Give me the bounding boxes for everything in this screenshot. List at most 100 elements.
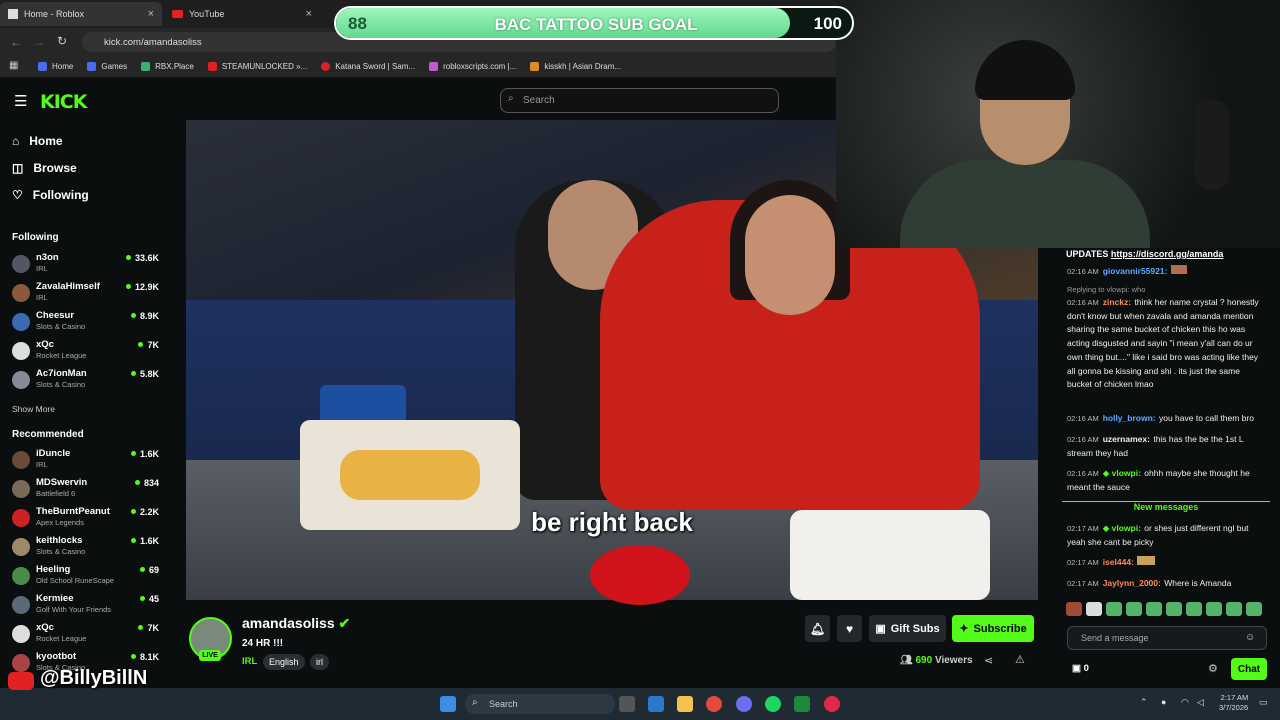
show-more-link[interactable]: Show More xyxy=(12,404,55,414)
emote xyxy=(1170,265,1187,274)
gift-icon: ▣ xyxy=(875,623,886,635)
emote[interactable] xyxy=(1106,602,1122,616)
sub-goal-bar: 88 BAC TATTOO SUB GOAL 100 xyxy=(334,6,854,40)
bookmark-robloxscripts[interactable]: robloxscripts.com |... xyxy=(429,62,516,71)
follow-heart-button[interactable]: ♥ xyxy=(837,615,862,642)
emote[interactable] xyxy=(1166,602,1182,616)
spotify-icon[interactable] xyxy=(765,696,781,712)
back-icon[interactable]: ← xyxy=(10,35,22,49)
chat-message: 02:16 AM holly_brown: you have to call th… xyxy=(1067,413,1254,423)
avatar xyxy=(12,509,30,527)
channel-item[interactable]: n3on IRL 33.6K xyxy=(12,252,162,280)
bookmark-steamunlocked[interactable]: STEAMUNLOCKED »... xyxy=(207,62,307,71)
bookmark-games[interactable]: Games xyxy=(87,62,127,71)
close-icon[interactable]: × xyxy=(148,8,154,20)
kick-logo[interactable]: KICK xyxy=(40,91,87,113)
store-icon[interactable] xyxy=(648,696,664,712)
search-icon: ⌕ xyxy=(508,93,514,104)
chat-message: 02:17 AM isel444: xyxy=(1067,556,1267,570)
emote[interactable] xyxy=(1066,602,1082,616)
channel-item[interactable]: xQc Rocket League 7K xyxy=(12,622,162,650)
avatar xyxy=(12,654,30,672)
subscribe-button[interactable]: ✦ Subscribe xyxy=(952,615,1034,642)
notification-icon[interactable]: ▭ xyxy=(1259,697,1268,708)
chevron-up-icon[interactable]: ⌃ xyxy=(1140,697,1148,708)
emote[interactable] xyxy=(1086,602,1102,616)
send-chat-button[interactable]: Chat xyxy=(1231,658,1267,680)
new-messages-divider[interactable]: New messages xyxy=(1062,501,1270,515)
channel-item[interactable]: xQc Rocket League 7K xyxy=(12,339,162,367)
streamer-name[interactable]: amandasoliss ✔ xyxy=(242,615,350,632)
folder-icon[interactable] xyxy=(677,696,693,712)
emoji-icon[interactable]: ☺ xyxy=(1245,632,1255,643)
sidebar-item-browse[interactable]: ◫ Browse xyxy=(12,161,77,175)
app-icon[interactable] xyxy=(794,696,810,712)
chat-pinned: UPDATES https://discord.gg/amanda xyxy=(1066,249,1224,259)
apps-grid-icon[interactable]: ▦ xyxy=(9,60,18,71)
taskbar xyxy=(0,688,1280,720)
emote[interactable] xyxy=(1246,602,1262,616)
search-input[interactable]: Search xyxy=(500,88,779,113)
forward-icon[interactable]: → xyxy=(33,35,45,49)
gift-subs-button[interactable]: ▣ Gift Subs xyxy=(869,615,946,642)
report-icon[interactable]: ⚠ xyxy=(1015,653,1025,666)
emote[interactable] xyxy=(1186,602,1202,616)
tab-roblox[interactable]: Home - Roblox × xyxy=(0,2,162,26)
emote[interactable] xyxy=(1206,602,1222,616)
taskview-icon[interactable] xyxy=(619,696,635,712)
bookmark-home[interactable]: Home xyxy=(38,62,73,71)
roblox-icon xyxy=(8,9,18,19)
chat-message: 02:16 AM giovannir55921: xyxy=(1067,265,1267,279)
chat-message-input[interactable]: Send a message xyxy=(1067,626,1267,650)
reload-icon[interactable]: ↻ xyxy=(57,34,67,48)
stream-title: 24 HR !!! xyxy=(242,638,284,649)
emote-bar[interactable] xyxy=(1066,602,1270,618)
chat-message: 02:16 AM uzernamex: this has the be the 1… xyxy=(1067,434,1244,458)
channel-item[interactable]: Heeling Old School RuneScape 69 xyxy=(12,564,162,592)
bookmark-rbxplace[interactable]: RBX.Place xyxy=(141,62,194,71)
channel-item[interactable]: Kermiee Golf With Your Friends 45 xyxy=(12,593,162,621)
emote[interactable] xyxy=(1226,602,1242,616)
gear-icon[interactable]: ⚙ xyxy=(1208,662,1218,675)
emote[interactable] xyxy=(1126,602,1142,616)
discord-icon[interactable] xyxy=(736,696,752,712)
close-icon[interactable]: × xyxy=(306,8,312,20)
share-icon[interactable]: ⋖ xyxy=(984,654,993,667)
channel-item[interactable]: TheBurntPeanut Apex Legends 2.2K xyxy=(12,506,162,534)
channel-item[interactable]: Cheesur Slots & Casino 8.9K xyxy=(12,310,162,338)
watermark: @BillyBillN xyxy=(40,667,148,689)
volume-icon[interactable]: ◁ xyxy=(1197,697,1204,708)
recommended-heading: Recommended xyxy=(12,429,84,440)
youtube-icon xyxy=(172,10,183,18)
bookmark-kisskh[interactable]: kisskh | Asian Dram... xyxy=(530,62,621,71)
channel-item[interactable]: Ac7ionMan Slots & Casino 5.8K xyxy=(12,368,162,396)
taskbar-search[interactable]: Search xyxy=(465,694,615,714)
channel-item[interactable]: keithlocks Slots & Casino 1.6K xyxy=(12,535,162,563)
sidebar-item-following[interactable]: ♡ Following xyxy=(12,188,89,202)
avatar xyxy=(12,538,30,556)
tab-label: YouTube xyxy=(189,9,225,19)
tag-english[interactable]: English xyxy=(263,654,305,670)
webcam-person xyxy=(900,160,1150,248)
opera-icon[interactable] xyxy=(824,696,840,712)
menu-icon[interactable]: ☰ xyxy=(14,92,27,110)
video-caption: be right back xyxy=(531,507,693,537)
sidebar-item-home[interactable]: ⌂ Home xyxy=(12,134,63,148)
stream-category[interactable]: IRL xyxy=(242,656,257,667)
taskbar-clock[interactable]: 2:17 AM 3/7/2026 xyxy=(1219,693,1248,713)
windows-start-icon[interactable] xyxy=(440,696,456,712)
bell-icon[interactable]: 🔔︎ xyxy=(805,615,830,642)
bookmark-katana[interactable]: Katana Sword | Sam... xyxy=(321,62,415,71)
channel-item[interactable]: MDSwervin Battlefield 6 834 xyxy=(12,477,162,505)
channel-item[interactable]: iDuncle IRL 1.6K xyxy=(12,448,162,476)
chrome-icon[interactable] xyxy=(706,696,722,712)
verified-icon: ✔ xyxy=(338,615,351,631)
wifi-icon[interactable]: ◠ xyxy=(1181,697,1189,708)
discord-link[interactable]: https://discord.gg/amanda xyxy=(1111,249,1224,259)
channel-item[interactable]: ZavalaHimself IRL 12.9K xyxy=(12,281,162,309)
mic-icon[interactable]: ● xyxy=(1161,697,1166,707)
tag-irl[interactable]: irl xyxy=(310,654,329,670)
avatar xyxy=(12,342,30,360)
emote[interactable] xyxy=(1146,602,1162,616)
tab-youtube[interactable]: YouTube × xyxy=(164,2,320,26)
